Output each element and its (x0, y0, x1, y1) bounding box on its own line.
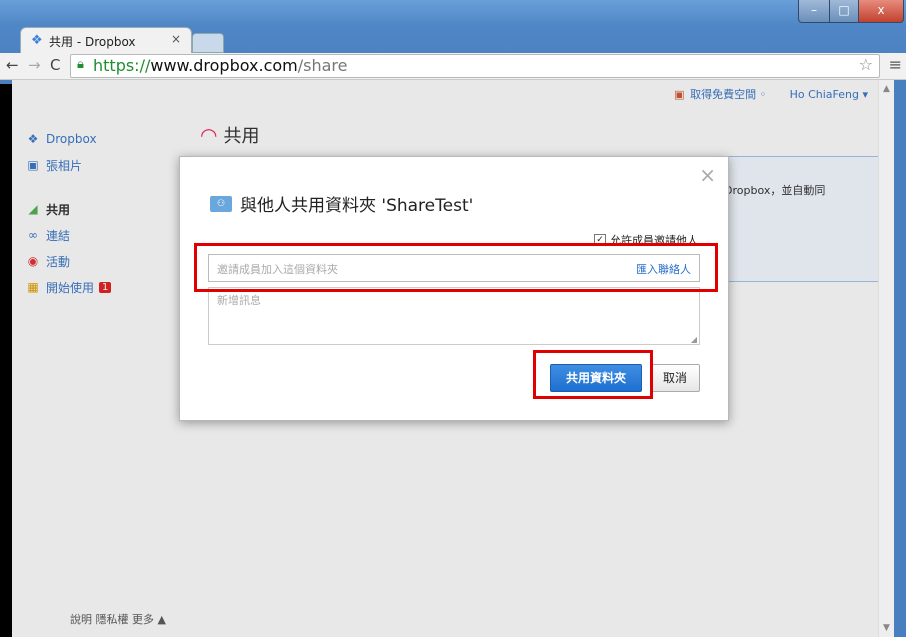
close-icon[interactable]: × (699, 163, 716, 187)
page-scrollbar[interactable]: ▲ ▼ (878, 80, 895, 637)
browser-chrome: ❖ 共用 - Dropbox × – □ x ← → C 🔒︎ https://… (0, 0, 906, 84)
browser-tab[interactable]: ❖ 共用 - Dropbox × (20, 27, 192, 54)
footer-links[interactable]: 說明 隱私權 更多 ▲ (70, 611, 166, 627)
back-arrow-icon[interactable]: ← (6, 56, 19, 74)
message-placeholder: 新增訊息 (217, 294, 261, 307)
cancel-button[interactable]: 取消 (650, 364, 700, 392)
tab-close-icon[interactable]: × (171, 32, 181, 46)
window-border (894, 80, 906, 637)
shared-folder-icon: ⚇ (210, 195, 232, 212)
scroll-down-icon[interactable]: ▼ (883, 623, 890, 633)
dropbox-favicon-icon: ❖ (31, 33, 43, 48)
resize-grip-icon[interactable]: ◢ (691, 335, 697, 344)
window-close-button[interactable]: x (858, 0, 904, 23)
dialog-title: ⚇ 與他人共用資料夾 'ShareTest' (210, 191, 473, 216)
highlight-box-share-button (533, 350, 653, 399)
highlight-box-invite (194, 243, 718, 292)
browser-toolbar: ← → C 🔒︎ https://www.dropbox.com/share ☆… (0, 53, 906, 80)
tab-title: 共用 - Dropbox (49, 35, 136, 49)
scroll-up-icon[interactable]: ▲ (883, 84, 890, 94)
reload-icon[interactable]: C (50, 56, 60, 74)
window-maximize-button[interactable]: □ (829, 0, 859, 23)
lock-icon: 🔒︎ (77, 57, 84, 72)
message-textarea[interactable]: 新增訊息 ◢ (208, 287, 700, 345)
url-text: https://www.dropbox.com/share (93, 56, 348, 75)
new-tab-button[interactable] (192, 33, 224, 53)
browser-menu-icon[interactable]: ≡ (889, 55, 902, 74)
forward-arrow-icon[interactable]: → (28, 56, 41, 74)
bookmark-star-icon[interactable]: ☆ (859, 55, 873, 74)
window-minimize-button[interactable]: – (798, 0, 830, 23)
address-bar[interactable]: 🔒︎ https://www.dropbox.com/share ☆ (70, 54, 880, 78)
